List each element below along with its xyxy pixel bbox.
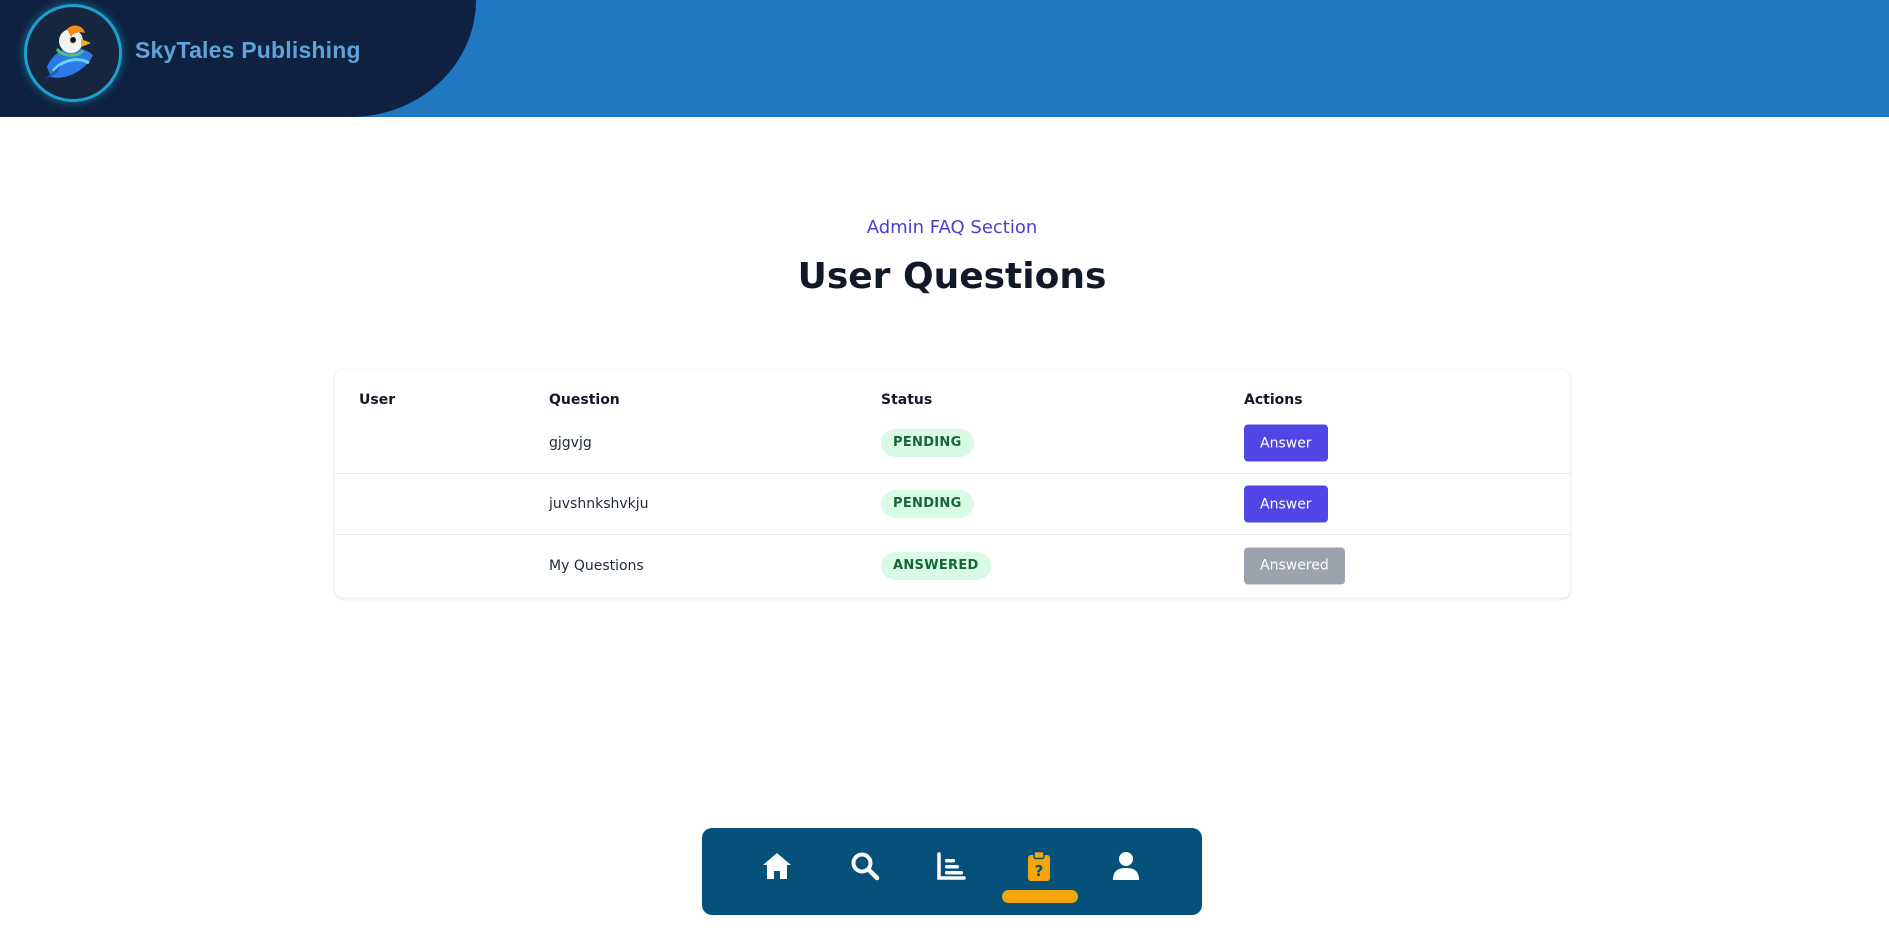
nav-faq[interactable]: ? [1019, 846, 1059, 886]
header-user: User [359, 392, 396, 408]
faq-clipboard-icon: ? [1028, 850, 1050, 881]
home-icon [763, 853, 791, 879]
status-badge: PENDING [881, 490, 974, 518]
user-icon [1113, 852, 1139, 880]
header-question: Question [549, 392, 620, 408]
brand-name[interactable]: SkyTales Publishing [135, 37, 361, 64]
search-icon [851, 852, 880, 881]
table-row: My Questions ANSWERED Answered [335, 535, 1570, 596]
status-badge: PENDING [881, 429, 974, 457]
answered-button[interactable]: Answered [1244, 547, 1345, 584]
nav-search[interactable] [845, 846, 885, 886]
parrot-logo[interactable] [27, 7, 119, 99]
chart-icon [937, 852, 966, 880]
nav-stats[interactable] [931, 846, 971, 886]
question-cell: gjgvjg [549, 435, 592, 451]
answer-button[interactable]: Answer [1244, 424, 1328, 462]
table-row: juvshnkshvkju PENDING Answer [335, 474, 1570, 535]
header-status: Status [881, 392, 933, 408]
svg-text:?: ? [1035, 862, 1044, 880]
status-badge: ANSWERED [881, 551, 991, 580]
brand-panel: SkyTales Publishing [0, 0, 476, 117]
top-header: SkyTales Publishing [0, 0, 1889, 117]
active-nav-indicator [1002, 890, 1078, 903]
header-actions: Actions [1244, 392, 1303, 408]
nav-home[interactable] [757, 846, 797, 886]
bottom-nav: ? [702, 828, 1202, 915]
question-cell: My Questions [549, 557, 644, 574]
answer-button[interactable]: Answer [1244, 485, 1328, 523]
questions-table: User Question Status Actions gjgvjg PEND… [335, 370, 1570, 598]
question-cell: juvshnkshvkju [549, 496, 649, 512]
section-eyebrow: Admin FAQ Section [866, 217, 1038, 238]
nav-profile[interactable] [1106, 846, 1146, 886]
table-row: gjgvjg PENDING Answer [335, 413, 1570, 474]
page-title: User Questions [797, 256, 1107, 297]
